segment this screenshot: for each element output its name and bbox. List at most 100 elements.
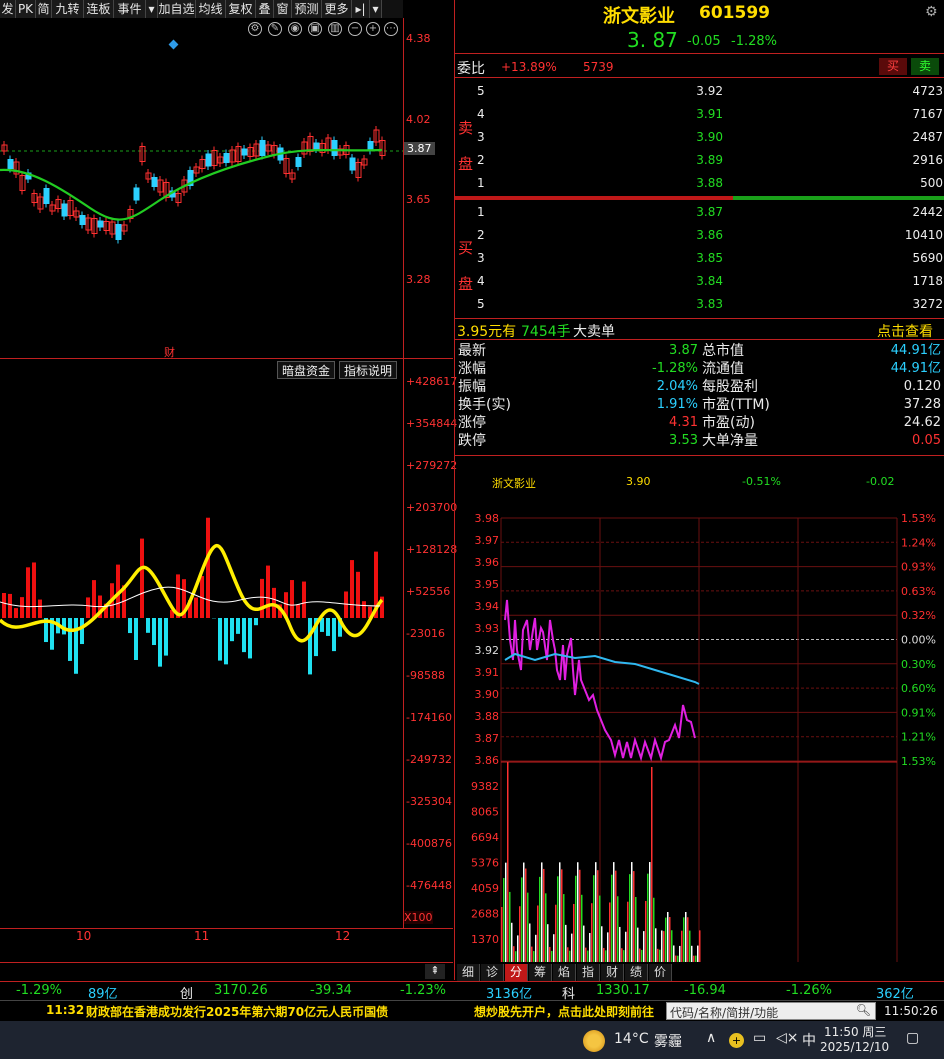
ime-indicator[interactable]: 中: [802, 1030, 816, 1050]
search-icon[interactable]: 🔍︎: [856, 1003, 871, 1017]
news-headline[interactable]: 财政部在香港成功发行2025年第六期70亿元人民币国债: [86, 1003, 388, 1020]
chart-tab[interactable]: 焰: [553, 964, 576, 981]
ask-price[interactable]: 3.91: [673, 103, 723, 126]
kline-chart[interactable]: [0, 18, 403, 358]
ask-price[interactable]: 3.90: [673, 126, 723, 149]
search-box[interactable]: 代码/名称/简拼/功能 🔍︎: [666, 1002, 876, 1020]
minute-volume-bar: [619, 926, 621, 962]
chart-tab[interactable]: 财: [601, 964, 624, 981]
weather-temp[interactable]: 14°C: [614, 1031, 649, 1047]
buy-button[interactable]: 买: [879, 58, 907, 75]
bid-price[interactable]: 3.86: [673, 224, 723, 247]
date-tick: 12: [335, 929, 351, 943]
indicator-bar: [14, 608, 18, 618]
indicator-help-tab[interactable]: 指标说明: [339, 361, 398, 379]
toolbar-button[interactable]: 事件: [114, 0, 146, 18]
toolbar-button[interactable]: 复权: [226, 0, 256, 18]
plus-app-icon[interactable]: +: [729, 1033, 744, 1048]
ask-price[interactable]: 3.92: [673, 80, 723, 103]
minute-volume-bar: [665, 917, 667, 962]
weather-sun-icon[interactable]: [583, 1030, 605, 1052]
stat-label: 最新: [458, 343, 486, 359]
taskbar-date[interactable]: 2025/12/10: [820, 1040, 889, 1054]
indicator-bar: [308, 618, 312, 675]
bid-row: 1 3.87 2442: [475, 201, 944, 224]
minute-price-tick: 3.87: [475, 732, 500, 745]
toolbar-button[interactable]: 发: [0, 0, 16, 18]
indicator-tick: +203700: [406, 501, 458, 514]
collapse-up-icon[interactable]: ⇞: [425, 964, 445, 979]
bid-price[interactable]: 3.83: [673, 293, 723, 316]
bid-level: 3: [477, 251, 485, 265]
minute-volume-bar: [567, 947, 569, 962]
toolbar-button[interactable]: 预测: [292, 0, 322, 18]
minute-pct-tick: 0.63%: [901, 585, 936, 598]
webi-diff: 5739: [583, 60, 614, 74]
stat-label: 涨停: [458, 415, 486, 431]
chevron-up-icon[interactable]: ∧: [706, 1030, 716, 1046]
indicator-bar: [164, 618, 168, 656]
indicator-tick: -400876: [406, 837, 452, 850]
bid-volume: 2442: [912, 205, 943, 219]
minute-volume-tick: 2688: [471, 908, 499, 921]
candle-body: [349, 157, 356, 171]
toolbar-button[interactable]: ▾: [370, 0, 382, 18]
market-item: -39.34: [310, 983, 352, 998]
toolbar-button[interactable]: ▸|: [352, 0, 370, 18]
minute-volume-bar: [597, 870, 599, 962]
minute-volume-bar: [653, 897, 655, 962]
toolbar-button[interactable]: 简: [36, 0, 52, 18]
minute-volume-bar: [525, 868, 527, 962]
candle-body: [241, 148, 248, 156]
chart-tab[interactable]: 诊: [481, 964, 504, 981]
indicator-bar: [92, 580, 96, 618]
chart-tab[interactable]: 筹: [529, 964, 552, 981]
indicator-tick: +279272: [406, 459, 458, 472]
bid-price[interactable]: 3.85: [673, 247, 723, 270]
taskbar-time[interactable]: 11:50 周三: [824, 1023, 886, 1040]
network-icon[interactable]: ▭: [753, 1030, 766, 1046]
sell-button[interactable]: 卖: [911, 58, 939, 75]
search-input[interactable]: 代码/名称/简拼/功能: [670, 1004, 778, 1021]
bid-price[interactable]: 3.87: [673, 201, 723, 224]
toolbar-button[interactable]: ▾: [146, 0, 158, 18]
indicator-chart[interactable]: [0, 380, 403, 928]
minute-volume-bar: [675, 955, 677, 962]
chart-tab[interactable]: 绩: [625, 964, 648, 981]
volume-icon[interactable]: ◁×: [776, 1030, 799, 1046]
minute-chart[interactable]: 3.98 3.97 3.96 3.95 3.94 3.93 3.92 3.91 3.90 3.88…: [455, 510, 944, 964]
big-order-price: 3.95元有: [457, 324, 517, 340]
minute-volume-bar: [661, 930, 663, 962]
bid-volume: 1718: [912, 274, 943, 288]
minute-volume-bar: [533, 951, 535, 962]
ask-price[interactable]: 3.88: [673, 172, 723, 195]
market-bar: -1.29% 89亿创 3170.26 -39.34 -1.23% 3136亿科 1330.…: [0, 981, 944, 1002]
toolbar-button[interactable]: 九转: [52, 0, 84, 18]
bid-price[interactable]: 3.84: [673, 270, 723, 293]
toolbar-button[interactable]: 连板: [84, 0, 114, 18]
chart-tab[interactable]: 指: [577, 964, 600, 981]
minute-volume-bar: [659, 949, 661, 962]
chart-tab[interactable]: 分: [505, 964, 528, 981]
toolbar-button[interactable]: 加自选: [158, 0, 196, 18]
chart-tab[interactable]: 价: [649, 964, 672, 981]
ad-link[interactable]: 想炒股先开户，点击此处即刻前往: [474, 1003, 664, 1020]
chart-tab[interactable]: 细: [457, 964, 480, 981]
indicator-axis: +428617 +354844 +279272 +203700 +128128 +5255…: [403, 359, 457, 928]
toolbar-button[interactable]: PK: [16, 0, 36, 18]
big-order-link[interactable]: 点击查看: [877, 321, 933, 341]
notification-icon[interactable]: ▢: [906, 1030, 919, 1046]
toolbar-button[interactable]: 均线: [196, 0, 226, 18]
ask-price[interactable]: 3.89: [673, 149, 723, 172]
weather-text[interactable]: 雾霾: [654, 1031, 682, 1051]
minute-volume-tick: 6694: [471, 831, 499, 844]
toolbar-button[interactable]: 更多: [322, 0, 352, 18]
settings-gear-icon[interactable]: ⚙: [925, 4, 938, 20]
toolbar-button[interactable]: 窗: [274, 0, 292, 18]
stat-value: 4.31: [669, 415, 698, 430]
hidden-capital-tab[interactable]: 暗盘资金: [277, 361, 336, 379]
candle-body: [205, 153, 212, 167]
indicator-bar: [146, 618, 150, 633]
toolbar-button[interactable]: 叠: [256, 0, 274, 18]
minute-volume-bar: [697, 945, 699, 962]
